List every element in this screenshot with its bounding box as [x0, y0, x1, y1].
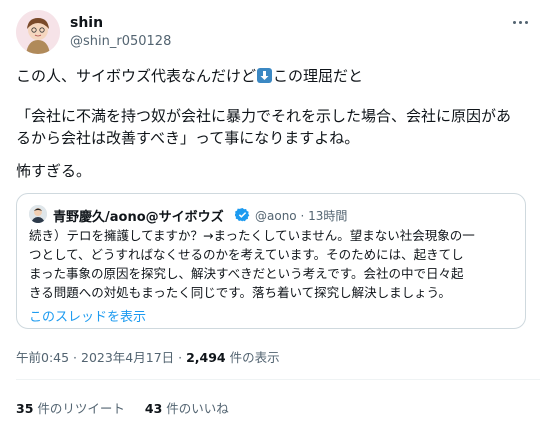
quoted-handle-time[interactable]: @aono · 13時間: [255, 207, 347, 224]
avatar[interactable]: [16, 10, 60, 54]
tweet-text-line-2: 「会社に不満を持つ奴が会社に暴力でそれを示した場合、会社に原因があ: [16, 107, 512, 125]
retweets-stat[interactable]: 35 件のリツイート: [16, 401, 125, 416]
tweet-text-line-1: この人、サイボウズ代表なんだけど この理屈だと: [16, 67, 364, 85]
author-handle[interactable]: @shin_r050128: [70, 34, 171, 49]
quoted-text-line-1: 続き）テロを擁護してますか？→まったくしていません。望まない社会現象の一: [29, 228, 475, 243]
more-dots-icon[interactable]: [507, 12, 533, 32]
likes-count: 43: [144, 401, 163, 416]
divider: [16, 379, 540, 380]
author-name[interactable]: shin: [70, 15, 103, 31]
tweet-text-line-3: るから会社は改善すべき」って事になりますよね。: [16, 129, 360, 147]
retweets-label: 件のリツイート: [33, 401, 125, 416]
show-thread-link[interactable]: このスレッドを表示: [29, 306, 146, 325]
down-arrow-emoji-icon: [257, 68, 273, 83]
views-count: 2,494: [186, 350, 226, 365]
quoted-avatar[interactable]: [29, 205, 47, 223]
tweet: shin @shin_r050128 この人、サイボウズ代表なんだけど この理屈だ…: [0, 0, 560, 428]
retweets-count: 35: [16, 401, 34, 416]
tweet-text-line-4: 怖すぎる。: [16, 162, 92, 180]
quoted-tweet[interactable]: 青野慶久/aono@サイボウズ @aono · 13時間 続き）テロを擁護してま…: [16, 193, 526, 329]
quoted-author-name[interactable]: 青野慶久/aono@サイボウズ: [53, 206, 224, 225]
tweet-stats: 35 件のリツイート 43 件のいいね: [16, 398, 245, 417]
quoted-text-line-3: まった事象の原因を探究し、解決すべきだという考えです。会社の中で日々起: [29, 266, 464, 281]
likes-stat[interactable]: 43 件のいいね: [145, 401, 229, 416]
verified-badge-icon: [234, 207, 250, 222]
quoted-text-line-4: きる問題への対処もまったく同じです。落ち着いて探究し解決しましょう。: [29, 285, 451, 300]
tweet-timestamp[interactable]: 午前0:45 · 2023年4月17日 ·: [16, 350, 186, 365]
tweet-meta: 午前0:45 · 2023年4月17日 · 2,494 件の表示: [16, 347, 280, 366]
views-label: 件の表示: [225, 350, 280, 365]
likes-label: 件のいいね: [162, 401, 229, 416]
quoted-text-line-2: つとして、どうすればなくせるのかを考えています。そのためには、起きてし: [29, 247, 464, 262]
